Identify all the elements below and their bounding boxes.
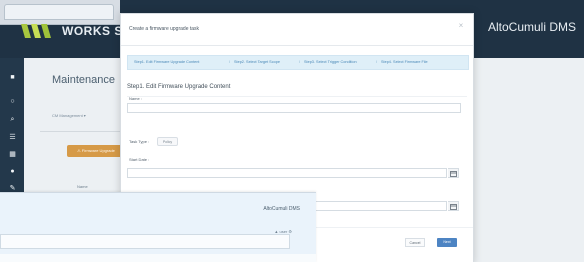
grid-icon[interactable]: ▦: [9, 151, 16, 158]
firmware-upgrade-label: Firmware Upgrade: [81, 148, 115, 153]
modal-header: Create a firmware upgrade task ×: [121, 14, 473, 46]
page-title: Maintenance: [52, 74, 115, 86]
start-date-calendar-button[interactable]: [448, 168, 459, 178]
step-2[interactable]: Step2. Select Target Scope: [234, 60, 280, 64]
step-progress-bar: Step1. Edit Firmware Upgrade Content / S…: [127, 55, 469, 70]
section-divider: [127, 96, 467, 97]
task-type-label: Task Type :: [129, 139, 150, 144]
overlay-input-field[interactable]: [0, 234, 290, 249]
browser-tab[interactable]: [4, 4, 114, 20]
dashboard-icon[interactable]: ■: [9, 74, 16, 81]
overlapping-app-window: AltoCumuli DMS ▲ user ⚙: [0, 192, 316, 262]
section-title: Step1. Edit Firmware Upgrade Content: [127, 84, 231, 90]
name-label: Name :: [129, 96, 142, 101]
step-4[interactable]: Step4. Select Firmware File: [381, 60, 428, 64]
start-date-input[interactable]: [127, 168, 447, 178]
screen: WORKS SY AltoCumuli DMS ▲ user ⚙ ■ ○ ⌕ ☰…: [0, 0, 584, 262]
dot-icon[interactable]: ●: [9, 168, 16, 175]
start-date-label: Start Date :: [129, 157, 150, 162]
next-button[interactable]: Next: [437, 238, 457, 247]
circle-icon[interactable]: ○: [9, 98, 16, 105]
overlay-window-title: AltoCumuli DMS: [263, 206, 300, 212]
modal-title: Create a firmware upgrade task: [129, 26, 200, 32]
step-3[interactable]: Step3. Select Trigger Condition: [304, 60, 357, 64]
edit-icon[interactable]: ✎: [9, 185, 16, 192]
calendar-icon: [450, 204, 457, 210]
cancel-button[interactable]: Cancel: [405, 238, 425, 247]
app-title: AltoCumuli DMS: [487, 20, 576, 34]
step-separator: /: [299, 60, 301, 64]
search-icon[interactable]: ⌕: [9, 116, 16, 123]
company-logo-icon: [21, 24, 51, 38]
overlay-bottom-strip: [0, 254, 316, 262]
end-date-calendar-button[interactable]: [448, 201, 459, 211]
list-icon[interactable]: ☰: [9, 134, 16, 141]
step-separator: /: [376, 60, 378, 64]
browser-tab-strip: [0, 0, 120, 25]
name-input[interactable]: [127, 103, 461, 113]
breadcrumb-divider: [40, 131, 124, 132]
close-icon[interactable]: ×: [457, 22, 465, 30]
table-header-name: Name: [77, 184, 88, 189]
step-1[interactable]: Step1. Edit Firmware Upgrade Content: [134, 60, 199, 64]
breadcrumb-dropdown[interactable]: CM Management ▾: [52, 113, 86, 118]
firmware-upgrade-button[interactable]: ⚠ Firmware Upgrade: [67, 145, 125, 157]
task-type-pill[interactable]: Policy: [157, 137, 178, 146]
calendar-icon: [450, 171, 457, 177]
step-separator: /: [229, 60, 231, 64]
